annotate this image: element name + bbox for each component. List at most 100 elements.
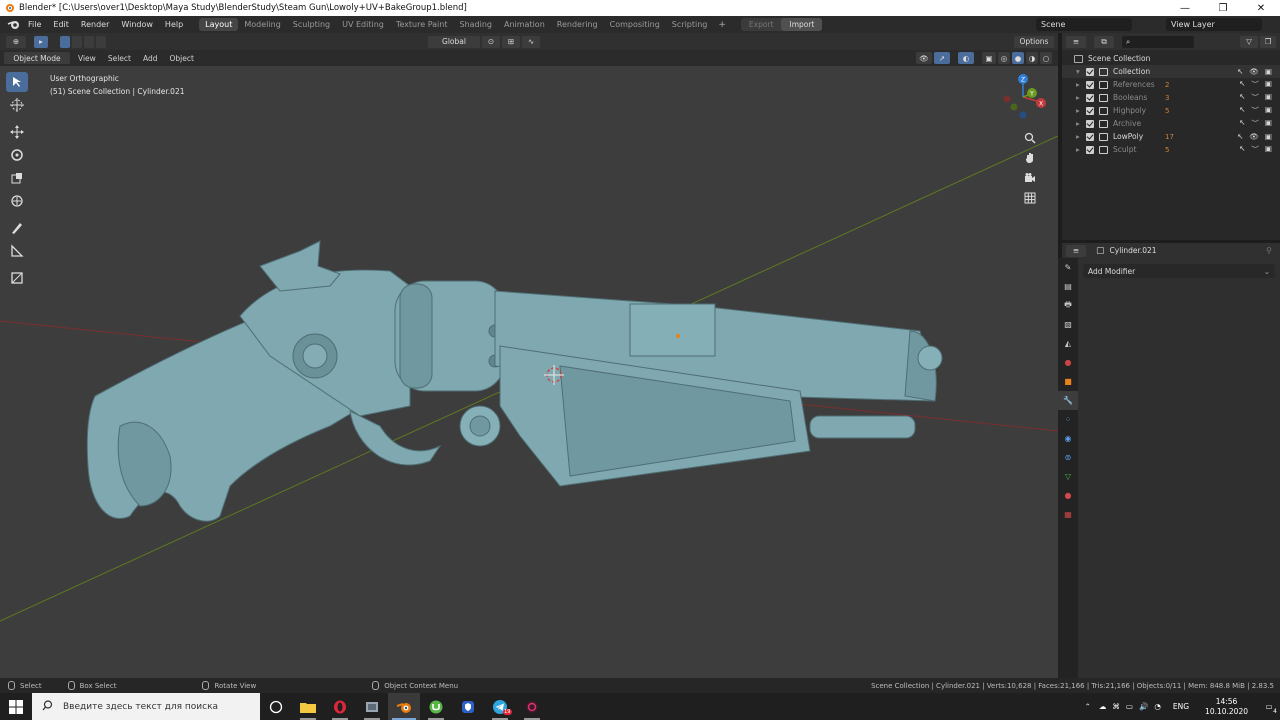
outliner-item-booleans[interactable]: ▸ Booleans 3 ↖ ︶ ▣ [1062,91,1280,104]
close-button[interactable]: ✕ [1242,0,1280,16]
eye-hidden-icon[interactable]: ︶ [1251,105,1259,116]
select-arrow-icon[interactable]: ↖ [1237,132,1243,141]
eye-icon[interactable]: 👁 [1249,67,1259,76]
particles-tab-icon[interactable]: ⁘ [1058,410,1078,429]
material-tab-icon[interactable]: ● [1058,486,1078,505]
outliner-scene-collection[interactable]: Scene Collection [1062,52,1280,65]
add-cube-tool-icon[interactable] [6,268,28,288]
view-layer-selector[interactable]: View Layer [1166,18,1262,31]
outliner-editor-type-icon[interactable]: ≡ [1066,35,1086,48]
expand-arrow-icon[interactable]: ▸ [1076,93,1086,102]
texture-tab-icon[interactable]: ▦ [1058,505,1078,524]
folder-tray-icon[interactable]: ▭ [1126,702,1133,711]
data-tab-icon[interactable]: ▽ [1058,467,1078,486]
expand-arrow-icon[interactable]: ▸ [1076,106,1086,115]
menu-render[interactable]: Render [75,20,115,29]
outliner-search-input[interactable]: ⌕ [1122,35,1194,48]
onedrive-icon[interactable]: ☁ [1099,702,1107,711]
transform-orientation-dropdown[interactable]: Global [428,35,480,48]
shading-rendered-icon[interactable]: ○ [1040,52,1052,64]
maximize-button[interactable]: ❐ [1204,0,1242,16]
network-icon[interactable]: ⌘ [1112,702,1120,711]
select-subtract-icon[interactable] [84,35,94,48]
3d-viewport[interactable]: User Orthographic (51) Scene Collection … [0,66,1058,678]
expand-arrow-icon[interactable]: ▸ [1076,145,1086,154]
outliner-item-highpoly[interactable]: ▸ Highpoly 5 ↖ ︶ ▣ [1062,104,1280,117]
tab-shading[interactable]: Shading [453,18,498,31]
zoom-icon[interactable] [1022,130,1038,146]
taskbar-search-input[interactable]: Введите здесь текст для поиска [32,693,260,720]
add-workspace-button[interactable]: + [713,20,731,30]
tab-uv-editing[interactable]: UV Editing [336,18,390,31]
blender-taskbar-icon[interactable] [388,693,420,720]
menu-window[interactable]: Window [115,20,159,29]
world-tab-icon[interactable]: ● [1058,353,1078,372]
tab-compositing[interactable]: Compositing [604,18,666,31]
filter-icon[interactable]: ▽ [1240,35,1258,48]
expand-arrow-icon[interactable]: ▸ [1076,119,1086,128]
eye-hidden-icon[interactable]: ︶ [1251,144,1259,155]
outliner-display-mode-icon[interactable]: ⧉ [1094,35,1114,48]
task-view-icon[interactable] [260,693,292,720]
tab-texture-paint[interactable]: Texture Paint [390,18,454,31]
camera-icon[interactable]: ▣ [1265,92,1272,103]
exclude-checkbox[interactable] [1086,80,1094,89]
start-button[interactable] [0,693,32,720]
properties-editor-type-icon[interactable]: ≡ [1066,244,1086,257]
outliner-item-archive[interactable]: ▸ Archive ↖ ︶ ▣ [1062,117,1280,130]
tab-modeling[interactable]: Modeling [238,18,286,31]
shading-solid-icon[interactable]: ● [1012,52,1024,64]
shading-material-icon[interactable]: ◑ [1026,52,1038,64]
camera-icon[interactable]: ▣ [1265,132,1272,141]
export-button[interactable]: Export [741,18,782,31]
exclude-checkbox[interactable] [1086,93,1094,102]
select-arrow-icon[interactable]: ↖ [1239,79,1245,90]
opera-browser-icon[interactable] [324,693,356,720]
move-tool-icon[interactable] [6,122,28,142]
notifications-button[interactable]: ▭ 4 [1258,693,1280,720]
expand-arrow-icon[interactable]: ▸ [1076,80,1086,89]
pin-icon[interactable]: ⚲ [1266,246,1272,255]
tab-rendering[interactable]: Rendering [551,18,604,31]
telegram-icon[interactable]: 19 [484,693,516,720]
select-arrow-icon[interactable]: ↖ [1239,92,1245,103]
outliner-item-sculpt[interactable]: ▸ Sculpt 5 ↖ ︶ ▣ [1062,143,1280,156]
cursor-tool-icon[interactable] [6,95,28,115]
exclude-checkbox[interactable] [1086,106,1094,115]
add-modifier-dropdown[interactable]: Add Modifier ⌄ [1083,264,1275,278]
tab-scripting[interactable]: Scripting [666,18,714,31]
navigation-gizmo[interactable]: Z X Y [998,72,1048,122]
tab-layout[interactable]: Layout [199,18,239,31]
outliner-item-references[interactable]: ▸ References 2 ↖ ︶ ▣ [1062,78,1280,91]
physics-tab-icon[interactable]: ◉ [1058,429,1078,448]
wifi-icon[interactable]: ◔ [1154,702,1161,711]
object-tab-icon[interactable]: ■ [1058,372,1078,391]
gizmo-toggle-icon[interactable]: ↗ [934,52,950,64]
exclude-checkbox[interactable] [1086,67,1094,76]
tool-tab-icon[interactable]: ✎ [1058,258,1078,277]
xray-icon[interactable]: ▣ [982,52,996,64]
menu-edit[interactable]: Edit [47,20,75,29]
camera-icon[interactable]: ▣ [1265,118,1272,129]
menu-help[interactable]: Help [159,20,189,29]
system-clock[interactable]: 14:56 10.10.2020 [1205,697,1248,717]
options-dropdown[interactable]: Options [1014,35,1054,48]
camera-view-icon[interactable] [1022,170,1038,186]
editor-type-icon[interactable]: ⊕ [6,35,26,48]
tab-sculpting[interactable]: Sculpting [287,18,336,31]
proportional-edit-icon[interactable]: ∿ [522,35,540,48]
scene-tab-icon[interactable]: ◭ [1058,334,1078,353]
annotate-tool-icon[interactable] [6,218,28,238]
expand-arrow-icon[interactable]: ▸ [1076,132,1086,141]
snap-icon[interactable]: ⊞ [502,35,520,48]
select-new-icon[interactable] [60,35,70,48]
view-layer-tab-icon[interactable]: ▧ [1058,315,1078,334]
media-player-icon[interactable] [516,693,548,720]
exclude-checkbox[interactable] [1086,145,1094,154]
select-mode-icon[interactable]: ▸ [34,35,48,48]
eye-hidden-icon[interactable]: ︶ [1251,92,1259,103]
expand-arrow-icon[interactable]: ▾ [1076,67,1086,76]
object-mode-dropdown[interactable]: Object Mode [4,52,70,64]
file-explorer-icon[interactable] [292,693,324,720]
measure-tool-icon[interactable] [6,241,28,261]
